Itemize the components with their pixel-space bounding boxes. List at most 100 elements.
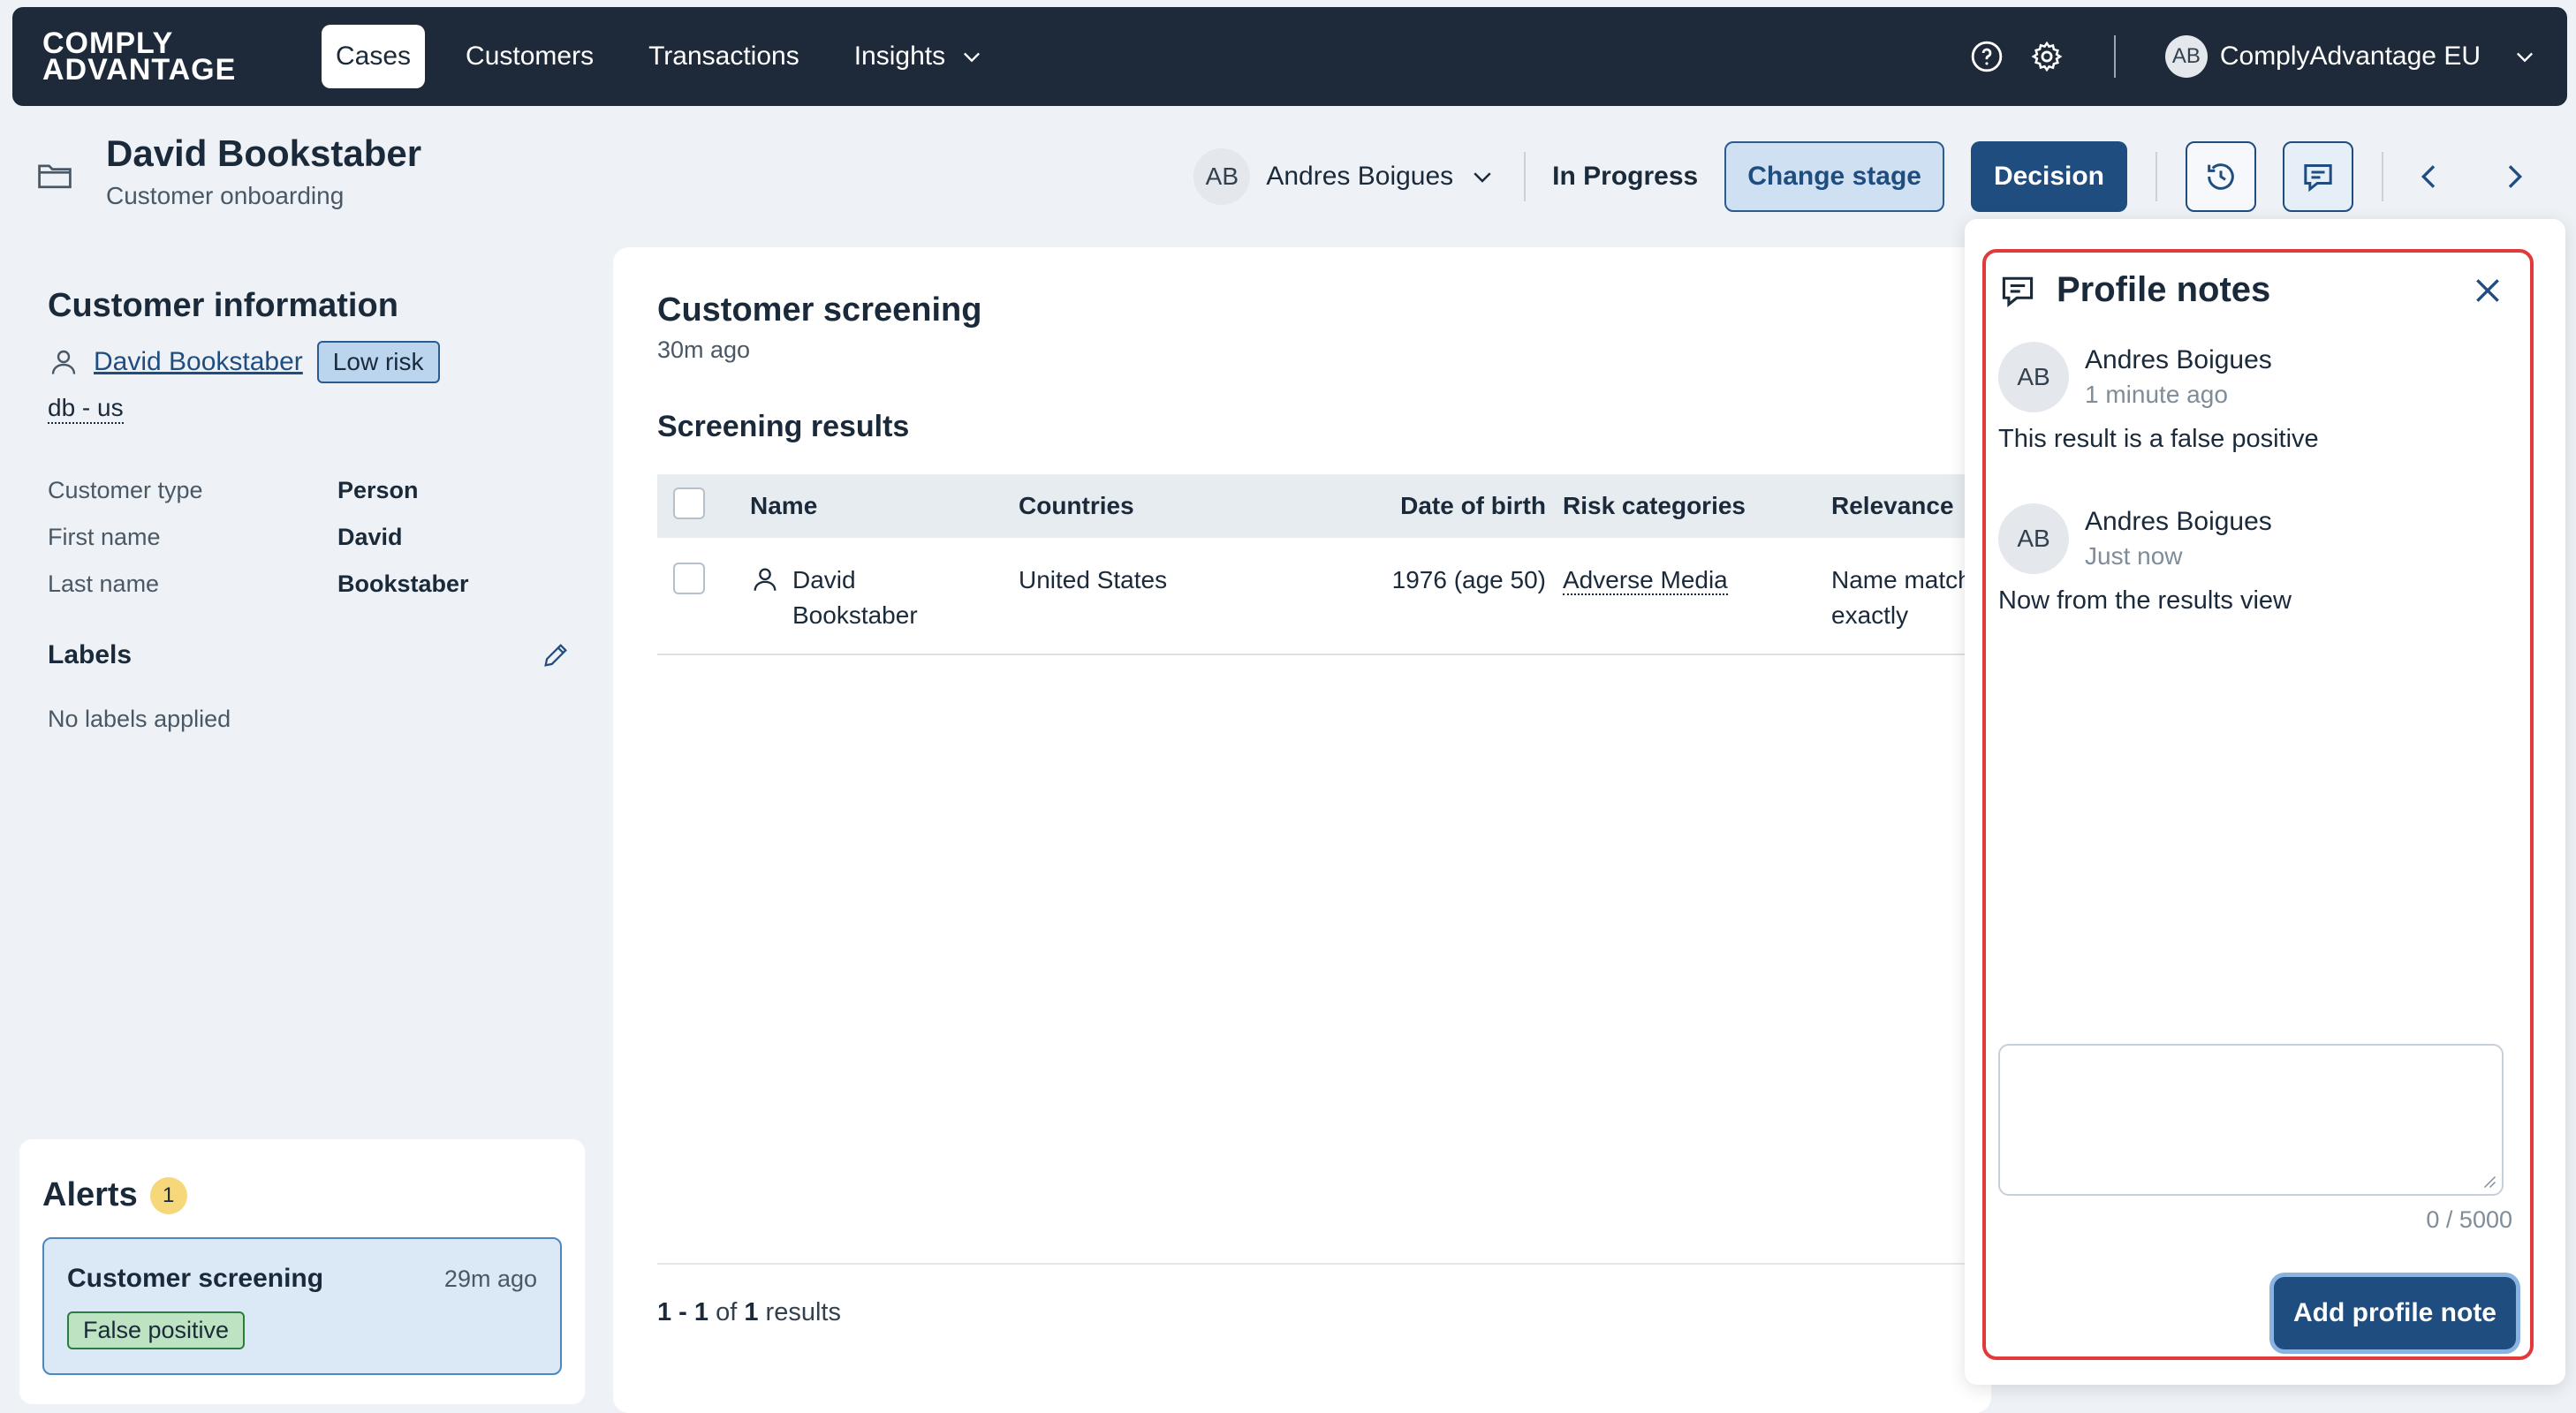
avatar: AB [1998,503,2069,574]
avatar: AB [2164,35,2208,78]
customer-info-panel: Customer information David Bookstaber Lo… [48,287,567,733]
result-name-line: Bookstaber [792,601,918,629]
column-header[interactable]: Name [749,474,1018,538]
case-actions: AB Andres Boigues In Progress Change sta… [1193,141,2532,212]
nav-tab-insights-label: Insights [853,42,946,71]
labels-header: Labels [48,640,567,670]
screening-card: Customer screening 30m ago Screening res… [613,247,2000,1413]
column-header[interactable]: Countries [1018,474,1283,538]
avatar: AB [1998,342,2069,412]
comment-icon [2304,164,2332,193]
divider [2156,152,2157,201]
divider [657,1263,1991,1265]
page-title: David Bookstaber [106,132,422,174]
person-icon [754,568,777,591]
org-switcher[interactable]: AB ComplyAdvantage EU [2164,35,2537,78]
alerts-title: Alerts [42,1176,138,1213]
info-value: Person [337,477,419,503]
column-header[interactable]: Date of birth [1283,474,1562,538]
notes-button[interactable] [2283,141,2353,212]
info-label: First name [48,524,161,550]
results-table: Name Countries Date of birth Risk catego… [657,474,2000,655]
note-author: Andres Boigues [2085,345,2272,374]
row-checkbox[interactable] [673,563,705,594]
pager-suffix: results [765,1298,841,1326]
note-time: Just now [2085,542,2183,570]
decision-button[interactable]: Decision [1970,141,2127,212]
add-profile-note-button[interactable]: Add profile note [2274,1277,2516,1349]
result-countries: United States [1018,538,1283,655]
alerts-panel: Alerts 1 Customer screening 29m ago Fals… [19,1139,585,1404]
help-icon[interactable] [1969,39,2004,74]
assignee-dropdown[interactable]: AB Andres Boigues [1193,148,1496,205]
info-label: Customer type [48,477,203,503]
note-textarea[interactable] [1998,1044,2504,1196]
chevron-right-icon[interactable] [2496,159,2532,194]
change-stage-button[interactable]: Change stage [1724,141,1944,212]
section-title: Customer information [48,287,398,324]
note-time: 1 minute ago [2085,381,2228,408]
note-text: Now from the results view [1998,586,2292,615]
nav-tab-customers[interactable]: Customers [451,25,608,88]
chevron-left-icon[interactable] [2412,159,2447,194]
info-row: Customer type Person [48,477,560,504]
nav-tab-cases[interactable]: Cases [322,25,426,88]
customer-link[interactable]: David Bookstaber [94,347,303,377]
page-subtitle: Customer onboarding [106,182,345,209]
assignee-name: Andres Boigues [1266,162,1454,191]
note-item: AB Andres Boigues Just now Now from the … [1998,503,2518,616]
info-value: David [337,524,403,550]
history-icon [2208,163,2234,190]
chevron-down-icon [1474,172,1491,183]
note-item: AB Andres Boigues 1 minute ago This resu… [1998,342,2518,454]
close-icon[interactable] [2470,273,2505,308]
results-title: Screening results [657,410,910,443]
brand-line-2: ADVANTAGE [42,53,237,87]
result-dob: 1976 (age 50) [1283,538,1562,655]
info-value: Bookstaber [337,570,469,597]
profile-notes-panel: Profile notes AB Andres Boigues 1 minute… [1982,249,2534,1360]
person-icon [51,350,76,374]
info-label: Last name [48,570,160,597]
table-row[interactable]: David Bookstaber United States 1976 (age… [657,538,2000,655]
pager-range: 1 - 1 [657,1298,709,1326]
nav-divider [2113,35,2116,78]
alert-card[interactable]: Customer screening 29m ago False positiv… [42,1237,562,1375]
column-header[interactable]: Risk categories [1562,474,1830,538]
resize-handle-icon[interactable] [2481,1173,2496,1189]
note-text: This result is a false positive [1998,425,2319,453]
info-row: First name David [48,524,560,551]
divider [2382,152,2383,201]
avatar: AB [1193,148,1251,205]
case-header: David Bookstaber Customer onboarding [35,132,421,210]
chevron-down-icon [2517,52,2533,63]
labels-empty: No labels applied [48,706,231,732]
nav-tab-insights[interactable]: Insights [840,25,998,88]
character-counter: 0 / 5000 [2426,1206,2512,1233]
source-label[interactable]: db - us [48,394,124,424]
note-author: Andres Boigues [2085,507,2272,536]
pencil-icon[interactable] [541,640,571,670]
result-name-line: David [792,566,856,593]
status-badge: False positive [67,1311,246,1349]
status-label: In Progress [1552,162,1699,191]
top-nav: COMPLY ADVANTAGE Cases Customers Transac… [12,7,2567,106]
brand-logo[interactable]: COMPLY ADVANTAGE [42,28,307,87]
nav-tab-transactions[interactable]: Transactions [634,25,814,88]
table-header-row: Name Countries Date of birth Risk catego… [657,474,2000,538]
folder-icon [38,164,72,189]
org-name: ComplyAdvantage EU [2219,42,2481,71]
pager-of: of [716,1298,738,1326]
screening-title: Customer screening [657,291,982,329]
gear-icon[interactable] [2029,39,2065,74]
screening-time: 30m ago [657,336,751,363]
info-row: Last name Bookstaber [48,570,560,598]
risk-category-link[interactable]: Adverse Media [1563,566,1728,595]
history-button[interactable] [2186,141,2256,212]
pager-total: 1 [744,1298,759,1326]
labels-title: Labels [48,640,133,669]
notes-title: Profile notes [2057,270,2271,309]
pagination-summary: 1 - 1 of 1 results [657,1298,841,1327]
select-all-checkbox[interactable] [673,487,705,519]
comment-icon [2002,276,2034,307]
